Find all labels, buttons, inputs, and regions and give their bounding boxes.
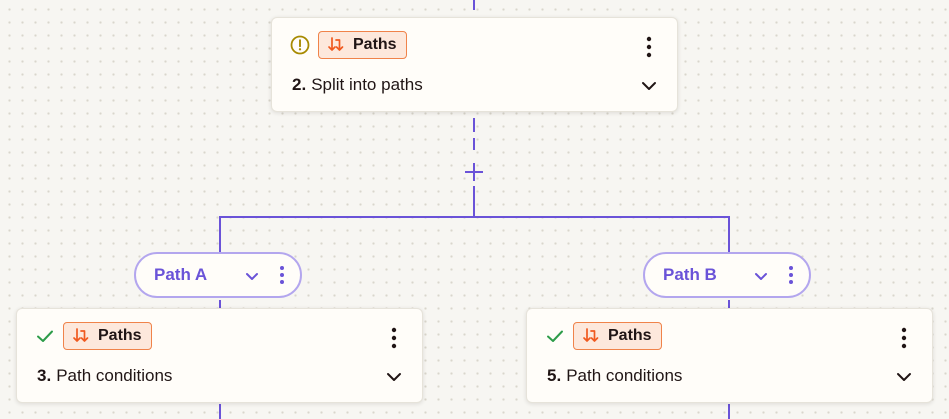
more-vertical-icon — [646, 36, 652, 58]
path-pill-a[interactable]: Path A — [134, 252, 302, 298]
app-badge[interactable]: Paths — [318, 31, 407, 59]
step-title: 2. Split into paths — [292, 75, 423, 95]
chevron-down-icon — [755, 272, 767, 280]
connector-dash — [473, 138, 475, 150]
step-menu-button[interactable] — [894, 326, 914, 350]
step-number: 5. — [547, 366, 562, 385]
more-vertical-icon — [789, 266, 793, 284]
path-menu-button[interactable] — [274, 263, 290, 287]
step-number: 3. — [37, 366, 52, 385]
paths-icon — [72, 327, 90, 345]
app-badge[interactable]: Paths — [63, 322, 152, 350]
step-card[interactable]: Paths 3. Path conditions — [16, 308, 423, 403]
path-a-connector-bottom — [219, 404, 221, 419]
chevron-down-icon — [642, 82, 656, 90]
expand-button[interactable] — [894, 369, 914, 385]
expand-button[interactable] — [639, 78, 659, 94]
step-menu-button[interactable] — [639, 35, 659, 59]
path-b-connector-bottom — [728, 404, 730, 419]
step-title: 3. Path conditions — [37, 366, 172, 386]
more-vertical-icon — [280, 266, 284, 284]
add-step-button[interactable] — [462, 160, 486, 184]
step-title: 5. Path conditions — [547, 366, 682, 386]
connector-line — [473, 186, 475, 218]
chevron-down-icon — [897, 373, 911, 381]
connector-dash — [473, 118, 475, 132]
chevron-down-icon — [246, 272, 258, 280]
branch-drop-b — [728, 216, 730, 252]
step-card[interactable]: Paths 2. Split into paths — [271, 17, 678, 112]
path-expand-button[interactable] — [752, 269, 770, 283]
check-icon — [545, 326, 565, 346]
step-title-text: Path conditions — [56, 366, 173, 385]
chevron-down-icon — [387, 373, 401, 381]
step-number: 2. — [292, 75, 307, 94]
app-badge[interactable]: Paths — [573, 322, 662, 350]
plus-icon — [465, 163, 483, 181]
paths-icon — [582, 327, 600, 345]
paths-icon — [327, 36, 345, 54]
path-label: Path A — [154, 265, 208, 284]
more-vertical-icon — [901, 327, 907, 349]
path-pill-b[interactable]: Path B — [643, 252, 811, 298]
app-badge-label: Paths — [608, 327, 652, 344]
path-menu-button[interactable] — [783, 263, 799, 287]
app-badge-label: Paths — [98, 327, 142, 344]
connector-top — [473, 0, 475, 10]
path-label: Path B — [663, 265, 717, 284]
step-card[interactable]: Paths 5. Path conditions — [526, 308, 933, 403]
step-title-text: Path conditions — [566, 366, 683, 385]
app-badge-label: Paths — [353, 36, 397, 53]
expand-button[interactable] — [384, 369, 404, 385]
step-menu-button[interactable] — [384, 326, 404, 350]
branch-drop-a — [219, 216, 221, 252]
step-title-text: Split into paths — [311, 75, 423, 94]
warning-icon — [290, 35, 310, 55]
check-icon — [35, 326, 55, 346]
path-expand-button[interactable] — [243, 269, 261, 283]
more-vertical-icon — [391, 327, 397, 349]
zap-editor-canvas: Paths 2. Split into paths Path A Path B … — [0, 0, 949, 419]
branch-line — [219, 216, 730, 218]
